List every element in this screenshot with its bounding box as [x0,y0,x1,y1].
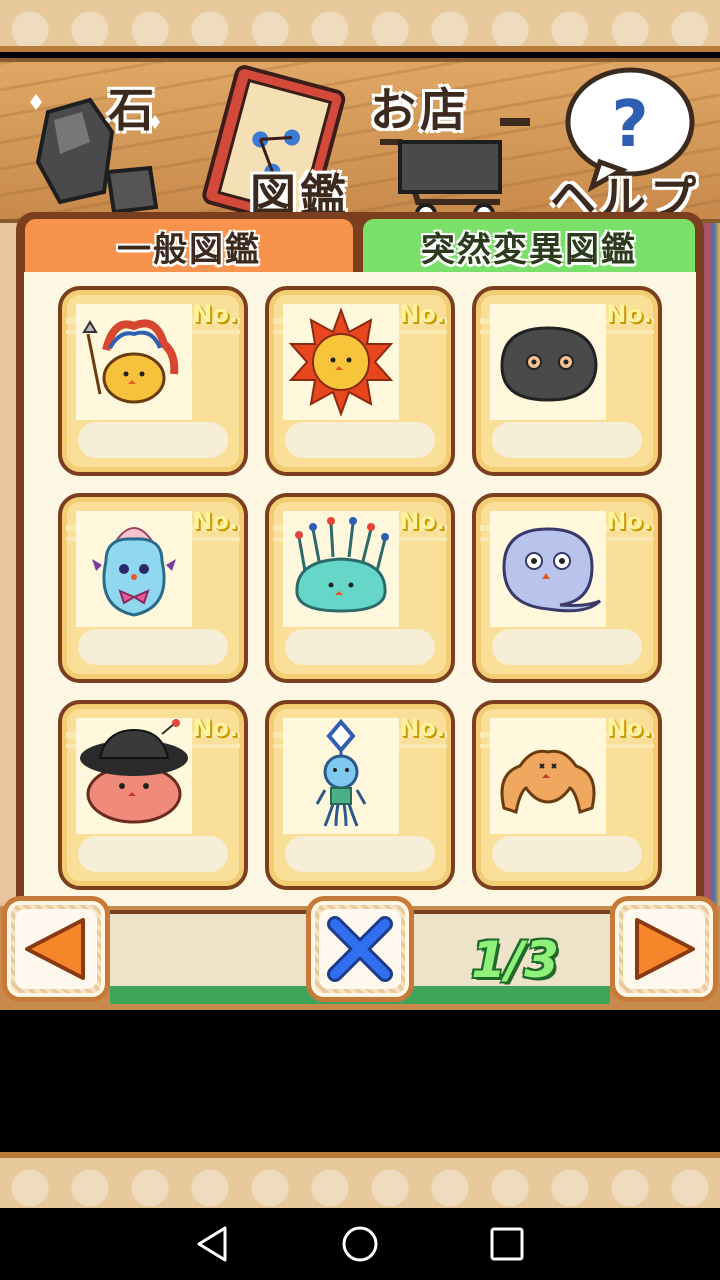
card-name-bar [78,422,228,458]
creature-card[interactable]: No. [58,286,248,476]
tab-mutation-label: 突然変異図鑑 [421,229,637,270]
chief-creature-icon [82,319,179,404]
tab-general-dex[interactable]: 一般図鑑 [22,216,356,276]
card-number-label: No. [192,714,238,742]
home-circle-icon [342,1226,378,1262]
background-pattern-bottom [0,1152,720,1208]
nav-recents-button[interactable] [483,1220,531,1268]
creature-card[interactable]: No. [265,493,455,683]
creature-card[interactable]: No. [265,286,455,476]
page-indicator: 1/3 [471,931,559,989]
menu-shop-button[interactable]: お店 [360,62,540,219]
card-number-label: No. [606,714,652,742]
card-portrait [490,718,606,834]
anemone-creature-icon [295,517,389,613]
arrow-right-icon [635,918,695,980]
arrow-left-icon [25,918,85,980]
card-number-label: No. [606,300,652,328]
card-portrait [76,718,192,834]
dark-blob-creature-icon [500,326,598,402]
card-name-bar [492,836,642,872]
squid-creature-icon [315,718,367,827]
card-portrait [283,304,399,420]
creature-card[interactable]: No. [58,493,248,683]
card-name-bar [78,629,228,665]
card-portrait [76,511,192,627]
card-number-label: No. [192,507,238,535]
next-page-button[interactable] [610,896,718,1002]
previous-page-button-face [15,909,97,989]
ghost-creature-icon [502,527,602,613]
next-page-button-face [623,909,705,989]
svg-text:?: ? [611,88,648,162]
card-portrait [490,304,606,420]
creature-grid: No. No. No. No. No. No. No. No. No. [24,272,696,912]
sun-creature-icon [288,307,394,417]
menu-stone-label: 石 [108,83,158,137]
menu-shop-label: お店 [370,83,470,137]
menu-help-button[interactable]: ? ヘルプ [540,62,720,219]
creature-card[interactable]: No. [265,700,455,890]
tab-mutation-dex[interactable]: 突然変異図鑑 [360,216,698,276]
recents-square-icon [490,1227,524,1261]
close-button-face [319,909,401,989]
nav-home-button[interactable] [336,1220,384,1268]
creature-card[interactable]: No. [58,700,248,890]
card-portrait [283,511,399,627]
previous-page-button[interactable] [2,896,110,1002]
card-portrait [283,718,399,834]
card-portrait [490,511,606,627]
tab-general-label: 一般図鑑 [117,229,261,270]
hat-creature-icon [80,719,188,824]
dex-panel: 一般図鑑 突然変異図鑑 No. No. No. No. No. No. No. … [16,212,704,912]
back-triangle-icon [197,1226,227,1262]
card-number-label: No. [606,507,652,535]
muscle-creature-icon [500,749,596,814]
clown-creature-icon [92,527,176,617]
close-button[interactable] [306,896,414,1002]
card-number-label: No. [399,300,445,328]
creature-card[interactable]: No. [472,286,662,476]
close-icon [327,916,393,982]
card-name-bar [285,422,435,458]
card-name-bar [492,629,642,665]
menu-book-button[interactable]: 図鑑 [180,62,360,219]
nav-back-button[interactable] [189,1220,237,1268]
card-name-bar [285,836,435,872]
creature-card[interactable]: No. [472,700,662,890]
card-name-bar [285,629,435,665]
card-number-label: No. [192,300,238,328]
system-nav-bar [0,1208,720,1280]
creature-card[interactable]: No. [472,493,662,683]
top-menu: 石 図鑑 お店 ? ヘルプ [0,58,720,223]
card-name-bar [492,422,642,458]
menu-stone-button[interactable]: 石 [20,62,170,219]
card-name-bar [78,836,228,872]
ad-area [0,1010,720,1146]
card-number-label: No. [399,714,445,742]
card-portrait [76,304,192,420]
card-number-label: No. [399,507,445,535]
background-pattern-top [0,0,720,52]
